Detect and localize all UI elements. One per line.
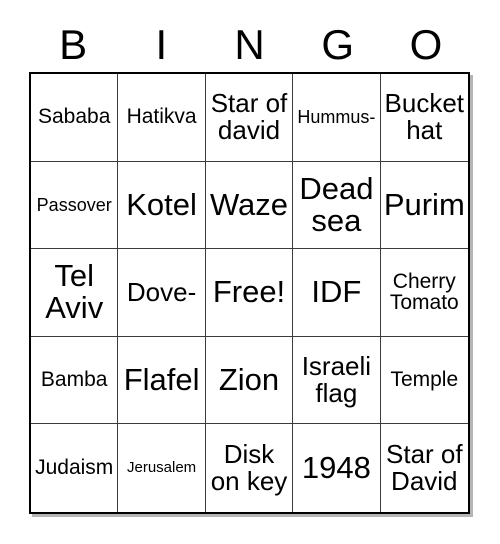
- bingo-cell[interactable]: Temple: [380, 337, 468, 425]
- bingo-cell[interactable]: Kotel: [118, 161, 206, 250]
- bingo-cell[interactable]: IDF: [293, 249, 381, 337]
- bingo-cell-label: Temple: [390, 368, 459, 392]
- bingo-cell-label: Dead sea: [299, 170, 374, 238]
- bingo-header: B I N G O: [29, 18, 470, 72]
- bingo-cell[interactable]: Disk on key: [206, 424, 294, 512]
- bingo-cell-label: Free!: [212, 274, 286, 310]
- header-letter-n: N: [234, 21, 265, 68]
- header-letter-o: O: [409, 21, 443, 68]
- bingo-cell-label: Passover: [36, 194, 112, 215]
- bingo-cell-label: Judaism: [35, 456, 114, 480]
- bingo-cell[interactable]: Star of David: [381, 424, 468, 512]
- bingo-cell[interactable]: Israeli flag: [293, 336, 381, 425]
- bingo-cell[interactable]: Dove-: [118, 249, 206, 337]
- bingo-cell-label: 1948: [301, 450, 371, 486]
- bingo-cell[interactable]: Bucket hat: [380, 74, 468, 162]
- bingo-cell-label: Hatikva: [126, 105, 197, 129]
- bingo-cell[interactable]: Hatikva: [118, 74, 206, 162]
- bingo-cell-label: Israeli flag: [301, 351, 372, 409]
- bingo-free-space[interactable]: Free!: [205, 249, 294, 337]
- bingo-cell-label: Bucket hat: [384, 88, 465, 146]
- header-letter-g: G: [321, 21, 355, 68]
- bingo-cell[interactable]: Jerusalem: [118, 424, 206, 512]
- bingo-cell-label: IDF: [311, 274, 362, 310]
- bingo-cell[interactable]: Zion: [205, 336, 294, 425]
- bingo-cell[interactable]: Star of david: [205, 74, 294, 162]
- bingo-cell-label: Cherry Tomato: [389, 269, 459, 315]
- bingo-cell[interactable]: Tel Aviv: [31, 249, 119, 337]
- bingo-cell-label: Purim: [383, 186, 465, 222]
- bingo-cell[interactable]: Cherry Tomato: [380, 249, 468, 337]
- bingo-cell-label: Flafel: [123, 361, 200, 397]
- header-letter-b: B: [59, 21, 88, 68]
- bingo-cell-label: Hummus-: [297, 106, 376, 127]
- bingo-cell-label: Disk on key: [210, 439, 288, 497]
- bingo-cell-label: Star of David: [386, 439, 463, 497]
- bingo-cell-label: Dove-: [126, 276, 197, 307]
- bingo-cell-label: Star of david: [210, 88, 288, 146]
- bingo-cell-label: Tel Aviv: [45, 258, 104, 326]
- bingo-cell[interactable]: Flafel: [118, 336, 206, 425]
- header-letter-i: I: [155, 21, 168, 68]
- bingo-cell[interactable]: Bamba: [31, 336, 119, 425]
- bingo-card: B I N G O Sababa Hatikva Star of david Humm…: [0, 0, 500, 544]
- bingo-cell[interactable]: Passover: [31, 161, 119, 250]
- bingo-cell[interactable]: Waze: [205, 161, 294, 250]
- bingo-cell-label: Waze: [209, 186, 289, 222]
- bingo-cell-label: Jerusalem: [126, 459, 197, 477]
- bingo-cell-label: Bamba: [40, 368, 108, 392]
- bingo-cell[interactable]: Dead sea: [293, 161, 381, 250]
- bingo-cell[interactable]: Judaism: [31, 424, 119, 512]
- bingo-cell[interactable]: Purim: [380, 162, 468, 250]
- bingo-cell-label: Kotel: [126, 186, 197, 222]
- bingo-cell[interactable]: 1948: [293, 424, 381, 512]
- bingo-cell[interactable]: Sababa: [31, 74, 119, 162]
- bingo-cell-label: Sababa: [37, 105, 111, 129]
- bingo-grid: Sababa Hatikva Star of david Hummus- Bucket …: [29, 72, 470, 514]
- bingo-cell-label: Zion: [218, 361, 280, 397]
- bingo-cell[interactable]: Hummus-: [293, 74, 381, 162]
